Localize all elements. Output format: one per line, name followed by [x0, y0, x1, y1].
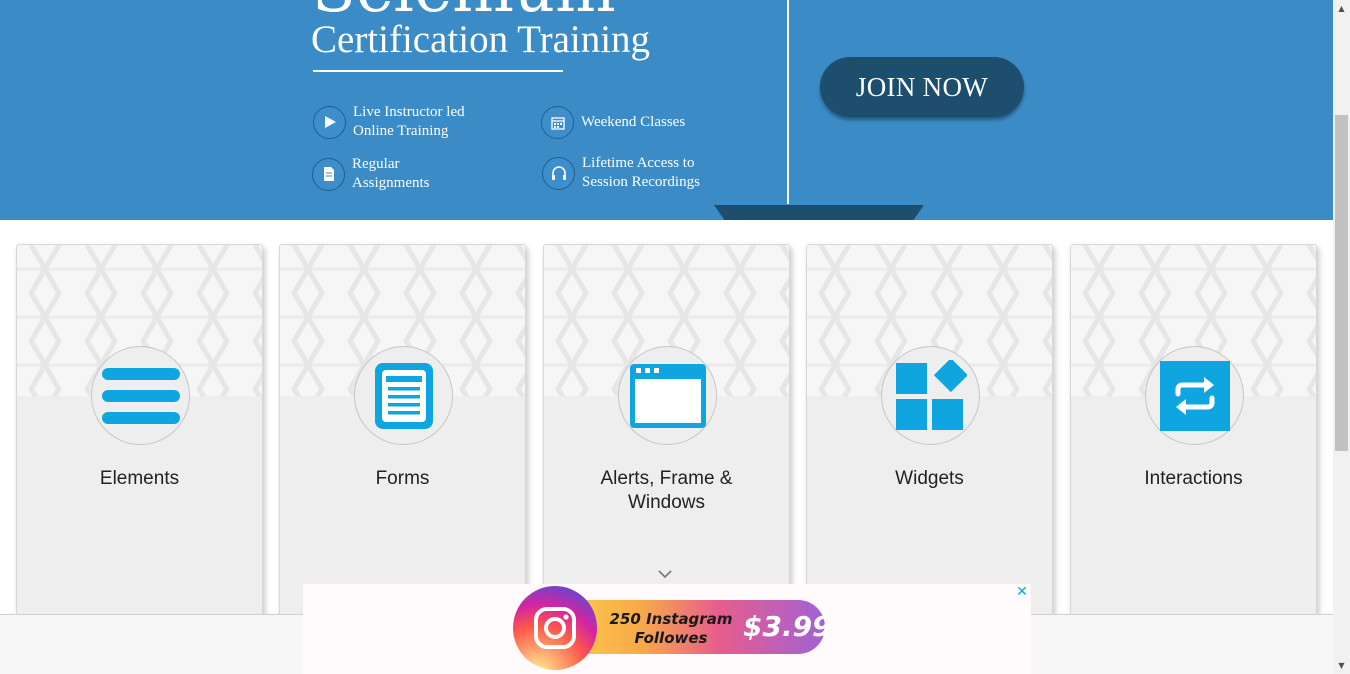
interactions-arrows-icon	[1145, 346, 1244, 445]
scroll-up-arrow-icon[interactable]: ▲	[1333, 0, 1350, 17]
banner-ribbon	[714, 205, 924, 220]
chevron-down-icon	[657, 567, 673, 583]
play-icon	[313, 105, 346, 139]
card-title: Elements	[99, 468, 180, 489]
document-icon	[312, 157, 345, 191]
feature-text: Live Instructor led	[353, 104, 465, 120]
form-document-icon	[354, 346, 453, 445]
banner-subtitle: Certification Training	[311, 18, 651, 61]
card-title: Alerts, Frame & Windows	[600, 468, 733, 513]
card-title: Widgets	[895, 468, 964, 489]
card-elements[interactable]: Elements	[16, 244, 263, 624]
vertical-scrollbar[interactable]: ▲ ▼	[1333, 0, 1350, 674]
scroll-thumb[interactable]	[1335, 115, 1348, 451]
card-title: Interactions	[1144, 468, 1243, 489]
feature-text: Session Recordings	[582, 174, 700, 190]
scroll-down-arrow-icon[interactable]: ▼	[1333, 657, 1350, 674]
feature-regular-assignments: Regular Assignments	[312, 155, 430, 193]
banner-divider	[787, 0, 789, 204]
card-forms[interactable]: Forms	[279, 244, 526, 624]
feature-text: Online Training	[353, 123, 449, 139]
card-title: Forms	[375, 468, 430, 489]
card-widgets[interactable]: Widgets	[806, 244, 1053, 624]
feature-text: Lifetime Access to	[582, 155, 695, 171]
card-interactions[interactable]: Interactions	[1070, 244, 1317, 624]
ad-text-line: 250 Instagram	[609, 610, 733, 628]
instagram-icon	[513, 586, 597, 670]
feature-lifetime-access: Lifetime Access to Session Recordings	[542, 154, 700, 192]
feature-live-instructor: Live Instructor led Online Training	[313, 103, 465, 141]
join-now-button[interactable]: JOIN NOW	[820, 57, 1024, 117]
widgets-icon	[881, 346, 980, 445]
calendar-icon	[541, 106, 574, 139]
ad-text: 250 Instagram Followes	[606, 610, 736, 648]
ad-text-line: Followes	[634, 629, 708, 647]
close-icon[interactable]: ✕	[1015, 585, 1029, 599]
ad-price: $3.99	[743, 610, 832, 643]
card-alerts-frame-windows[interactable]: Alerts, Frame & Windows	[543, 244, 790, 624]
advertisement-banner[interactable]: 250 Instagram Followes $3.99 ✕	[303, 584, 1031, 674]
feature-text: Assignments	[352, 175, 430, 191]
feature-text: Regular	[352, 156, 400, 172]
headphones-icon	[542, 156, 575, 190]
hamburger-menu-icon	[91, 346, 190, 445]
banner-underline	[313, 70, 563, 72]
browser-window-icon	[618, 346, 717, 445]
training-banner[interactable]: Selenium Certification Training Live Ins…	[0, 0, 1333, 220]
feature-text: Weekend Classes	[581, 114, 686, 130]
feature-weekend-classes: Weekend Classes	[541, 106, 685, 139]
